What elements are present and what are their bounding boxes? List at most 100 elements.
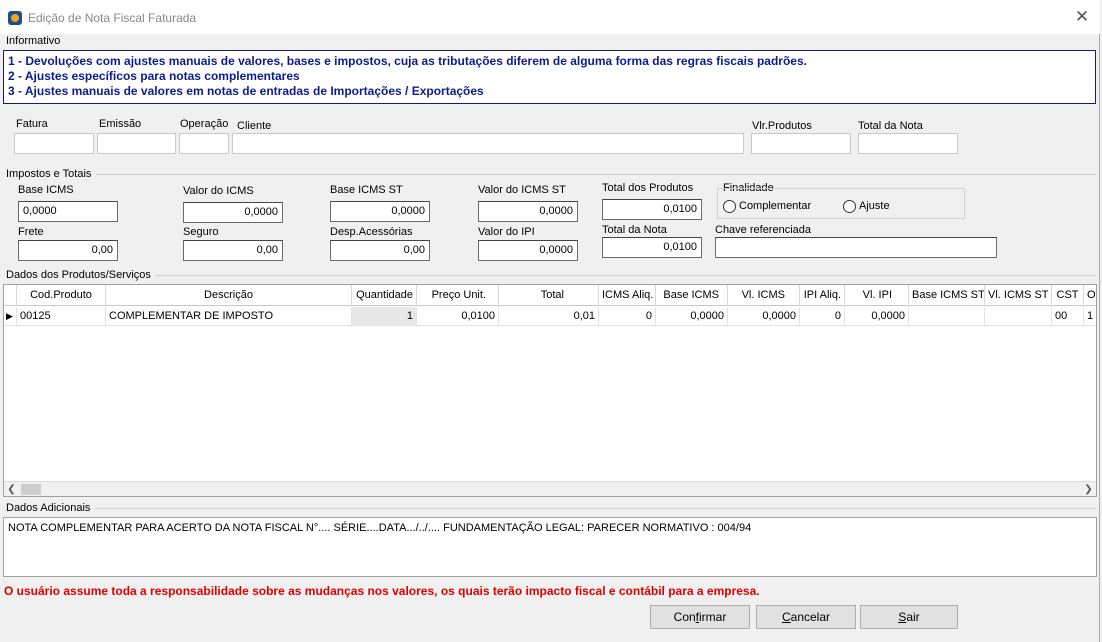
col-icms-aliq[interactable]: ICMS Aliq. <box>599 285 656 306</box>
cell-preco-unit[interactable]: 0,0100 <box>417 307 499 326</box>
grid-indicator-header <box>4 285 17 306</box>
info-line-1: 1 - Devoluções com ajustes manuais de va… <box>8 54 807 68</box>
base-icms-label: Base ICMS <box>18 184 74 196</box>
produtos-divider <box>155 275 1096 276</box>
informativo-label: Informativo <box>6 35 61 47</box>
adicionais-label: Dados Adicionais <box>6 502 91 514</box>
cliente-field[interactable] <box>232 133 744 154</box>
horizontal-scrollbar[interactable]: ❮ ❯ <box>4 481 1096 496</box>
adicionais-divider <box>95 508 1096 509</box>
frete-label: Frete <box>18 226 44 238</box>
scroll-left-icon[interactable]: ❮ <box>4 482 19 497</box>
vlr-produtos-field[interactable] <box>751 133 851 154</box>
col-preco-unit[interactable]: Preço Unit. <box>417 285 499 306</box>
valor-icms-field[interactable]: 0,0000 <box>183 202 283 223</box>
valor-icms-label: Valor do ICMS <box>183 185 254 197</box>
produtos-label: Dados dos Produtos/Serviços <box>6 269 151 281</box>
valor-icms-st-field[interactable]: 0,0000 <box>478 201 578 222</box>
cliente-label: Cliente <box>237 120 272 132</box>
col-base-icms-st[interactable]: Base ICMS ST <box>909 285 985 306</box>
confirmar-label-b: irmar <box>699 610 727 624</box>
ajuste-label[interactable]: Ajuste <box>859 200 890 212</box>
valor-icms-st-label: Valor do ICMS ST <box>478 184 566 196</box>
adicionais-textarea[interactable]: NOTA COMPLEMENTAR PARA ACERTO DA NOTA FI… <box>3 517 1097 577</box>
col-quantidade[interactable]: Quantidade <box>352 285 417 306</box>
col-vl-icms-st[interactable]: Vl. ICMS ST <box>985 285 1052 306</box>
cell-cod-produto[interactable]: 00125 <box>17 307 106 326</box>
cell-o[interactable]: 1 <box>1084 307 1096 326</box>
total-nota-header-label: Total da Nota <box>858 120 923 132</box>
table-row[interactable]: ▶ 00125 COMPLEMENTAR DE IMPOSTO 1 0,0100… <box>4 307 1096 326</box>
close-icon[interactable]: ✕ <box>1072 8 1092 28</box>
cancelar-button[interactable]: Cancelar <box>756 605 856 629</box>
col-total[interactable]: Total <box>499 285 599 306</box>
emissao-label: Emissão <box>99 118 142 130</box>
chave-field[interactable] <box>715 237 997 258</box>
col-ipi-aliq[interactable]: IPI Aliq. <box>800 285 845 306</box>
total-nota-header-field[interactable] <box>858 133 958 154</box>
cancelar-label-b: ancelar <box>790 610 831 624</box>
col-vl-ipi[interactable]: Vl. IPI <box>845 285 909 306</box>
vlr-produtos-label: Vlr.Produtos <box>752 120 812 132</box>
total-produtos-label: Total dos Produtos <box>602 182 694 194</box>
cell-total[interactable]: 0,01 <box>499 307 599 326</box>
cell-vl-ipi[interactable]: 0,0000 <box>845 307 909 326</box>
impostos-label: Impostos e Totais <box>6 168 92 180</box>
base-icms-st-label: Base ICMS ST <box>330 184 403 196</box>
fatura-field[interactable] <box>14 133 94 154</box>
valor-ipi-label: Valor do IPI <box>478 226 535 238</box>
cell-icms-aliq[interactable]: 0 <box>599 307 656 326</box>
valor-ipi-field[interactable]: 0,0000 <box>478 240 578 261</box>
warning-text: O usuário assume toda a responsabilidade… <box>4 584 760 598</box>
dialog-window: Edição de Nota Fiscal Faturada ✕ Informa… <box>0 0 1100 642</box>
cell-cst[interactable]: 00 <box>1052 307 1084 326</box>
desp-acessorias-field[interactable]: 0,00 <box>330 240 430 261</box>
cell-base-icms[interactable]: 0,0000 <box>656 307 728 326</box>
cell-ipi-aliq[interactable]: 0 <box>800 307 845 326</box>
frete-field[interactable]: 0,00 <box>18 240 118 261</box>
sair-button[interactable]: Sair <box>860 605 958 629</box>
cell-descricao[interactable]: COMPLEMENTAR DE IMPOSTO <box>106 307 352 326</box>
col-vl-icms[interactable]: Vl. ICMS <box>728 285 800 306</box>
window-title: Edição de Nota Fiscal Faturada <box>28 11 197 25</box>
confirmar-label-a: Con <box>673 610 696 624</box>
base-icms-st-field[interactable]: 0,0000 <box>330 201 430 222</box>
info-line-2: 2 - Ajustes específicos para notas compl… <box>8 69 300 83</box>
operacao-field[interactable] <box>179 133 229 154</box>
desp-acessorias-label: Desp.Acessórias <box>330 226 413 238</box>
row-pointer-icon: ▶ <box>4 307 17 326</box>
scroll-right-icon[interactable]: ❯ <box>1081 482 1096 497</box>
scroll-thumb[interactable] <box>21 484 41 495</box>
cell-base-icms-st[interactable] <box>909 307 985 326</box>
impostos-divider <box>96 174 1096 175</box>
confirmar-button[interactable]: Confirmar <box>650 605 750 629</box>
col-base-icms[interactable]: Base ICMS <box>656 285 728 306</box>
sair-label-b: air <box>906 610 920 624</box>
cell-vl-icms-st[interactable] <box>985 307 1052 326</box>
cancelar-mnemonic: C <box>781 610 791 624</box>
app-icon <box>8 11 22 25</box>
informativo-box: 1 - Devoluções com ajustes manuais de va… <box>3 50 1096 104</box>
col-cst[interactable]: CST <box>1052 285 1084 306</box>
total-nota-label: Total da Nota <box>602 224 667 236</box>
title-bar: Edição de Nota Fiscal Faturada ✕ <box>0 0 1100 34</box>
fatura-label: Fatura <box>16 118 48 130</box>
ajuste-radio[interactable] <box>843 200 856 213</box>
col-descricao[interactable]: Descrição <box>106 285 352 306</box>
seguro-label: Seguro <box>183 226 219 238</box>
total-nota-field[interactable]: 0,0100 <box>602 237 702 258</box>
cell-vl-icms[interactable]: 0,0000 <box>728 307 800 326</box>
base-icms-field[interactable]: 0,0000 <box>18 201 118 222</box>
produtos-grid[interactable]: Cod.Produto Descrição Quantidade Preço U… <box>3 284 1097 497</box>
col-o[interactable]: O <box>1084 285 1096 306</box>
cell-quantidade[interactable]: 1 <box>352 307 417 326</box>
complementar-label[interactable]: Complementar <box>739 200 811 212</box>
seguro-field[interactable]: 0,00 <box>183 240 283 261</box>
emissao-field[interactable] <box>97 133 176 154</box>
info-line-3: 3 - Ajustes manuais de valores em notas … <box>8 84 484 98</box>
col-cod-produto[interactable]: Cod.Produto <box>17 285 106 306</box>
grid-header: Cod.Produto Descrição Quantidade Preço U… <box>4 285 1096 306</box>
operacao-label: Operação <box>180 118 229 130</box>
complementar-radio[interactable] <box>723 200 736 213</box>
total-produtos-field[interactable]: 0,0100 <box>602 199 702 220</box>
